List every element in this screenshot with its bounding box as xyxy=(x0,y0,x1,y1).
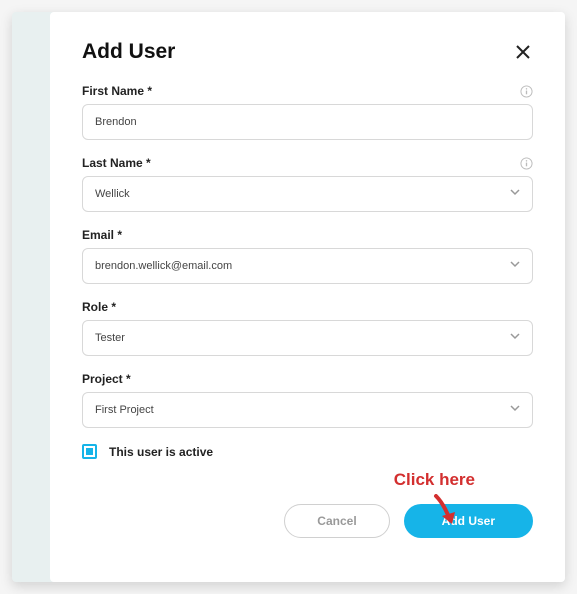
modal-header: Add User xyxy=(82,40,533,64)
close-button[interactable] xyxy=(513,42,533,62)
role-label: Role * xyxy=(82,300,116,314)
checkbox-checked-icon xyxy=(86,448,93,455)
cancel-button[interactable]: Cancel xyxy=(284,504,389,538)
last-name-value: Wellick xyxy=(95,188,130,200)
info-icon[interactable] xyxy=(520,85,533,98)
close-icon xyxy=(515,44,531,60)
email-label: Email * xyxy=(82,228,122,242)
last-name-select[interactable]: Wellick xyxy=(82,176,533,212)
first-name-group: First Name * xyxy=(82,84,533,140)
email-group: Email * brendon.wellick@email.com xyxy=(82,228,533,284)
email-value: brendon.wellick@email.com xyxy=(95,260,232,272)
modal-title: Add User xyxy=(82,40,175,64)
first-name-input[interactable] xyxy=(82,104,533,140)
last-name-label: Last Name * xyxy=(82,156,151,170)
add-user-modal: Add User First Name * Last Name * Wellic… xyxy=(50,12,565,582)
active-checkbox[interactable] xyxy=(82,444,97,459)
active-checkbox-row: This user is active xyxy=(82,444,533,459)
project-value: First Project xyxy=(95,404,154,416)
info-icon[interactable] xyxy=(520,157,533,170)
last-name-group: Last Name * Wellick xyxy=(82,156,533,212)
email-select[interactable]: brendon.wellick@email.com xyxy=(82,248,533,284)
add-user-button[interactable]: Add User xyxy=(404,504,533,538)
project-group: Project * First Project xyxy=(82,372,533,428)
first-name-label: First Name * xyxy=(82,84,152,98)
active-checkbox-label: This user is active xyxy=(109,445,213,459)
project-select[interactable]: First Project xyxy=(82,392,533,428)
modal-actions: Cancel Add User xyxy=(82,504,533,538)
project-label: Project * xyxy=(82,372,131,386)
role-select[interactable]: Tester xyxy=(82,320,533,356)
role-group: Role * Tester xyxy=(82,300,533,356)
role-value: Tester xyxy=(95,332,125,344)
